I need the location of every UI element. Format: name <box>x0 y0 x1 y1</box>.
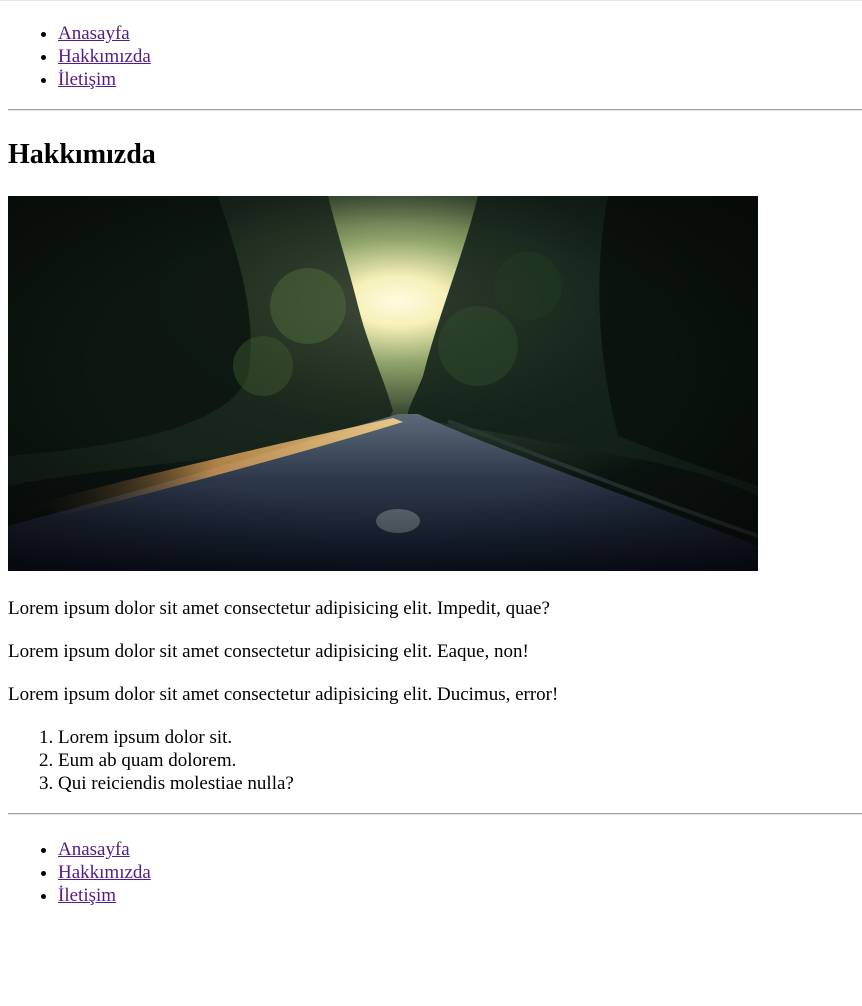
footer-nav-link-home[interactable]: Anasayfa <box>58 839 130 860</box>
footer-nav-link-contact[interactable]: İletişim <box>58 885 116 906</box>
footer-nav-item-home: Anasayfa <box>58 838 151 861</box>
header-divider <box>8 109 862 111</box>
header-nav-item-home: Anasayfa <box>58 22 151 45</box>
footer-nav: Anasayfa Hakkımızda İletişim <box>8 838 151 907</box>
header-nav-item-contact: İletişim <box>58 68 151 91</box>
footer-nav-item-contact: İletişim <box>58 884 151 907</box>
header-nav-item-about: Hakkımızda <box>58 45 151 68</box>
ordered-list-item: Lorem ipsum dolor sit. <box>58 726 294 749</box>
footer-divider <box>8 813 862 815</box>
page-title: Hakkımızda <box>8 139 156 170</box>
header-nav-link-about[interactable]: Hakkımızda <box>58 46 151 67</box>
paragraph-2: Lorem ipsum dolor sit amet consectetur a… <box>8 641 529 662</box>
header-nav-link-contact[interactable]: İletişim <box>58 69 116 90</box>
header-nav-link-home[interactable]: Anasayfa <box>58 23 130 44</box>
paragraph-3: Lorem ipsum dolor sit amet consectetur a… <box>8 684 559 705</box>
paragraph-1: Lorem ipsum dolor sit amet consectetur a… <box>8 598 550 619</box>
footer-nav-item-about: Hakkımızda <box>58 861 151 884</box>
footer-nav-link-about[interactable]: Hakkımızda <box>58 862 151 883</box>
ordered-list: Lorem ipsum dolor sit. Eum ab quam dolor… <box>8 726 294 795</box>
ordered-list-item: Eum ab quam dolorem. <box>58 749 294 772</box>
header-nav: Anasayfa Hakkımızda İletişim <box>8 22 151 91</box>
viewport-top-border <box>0 0 862 1</box>
ordered-list-item: Qui reiciendis molestiae nulla? <box>58 772 294 795</box>
about-photo-road <box>8 196 758 571</box>
